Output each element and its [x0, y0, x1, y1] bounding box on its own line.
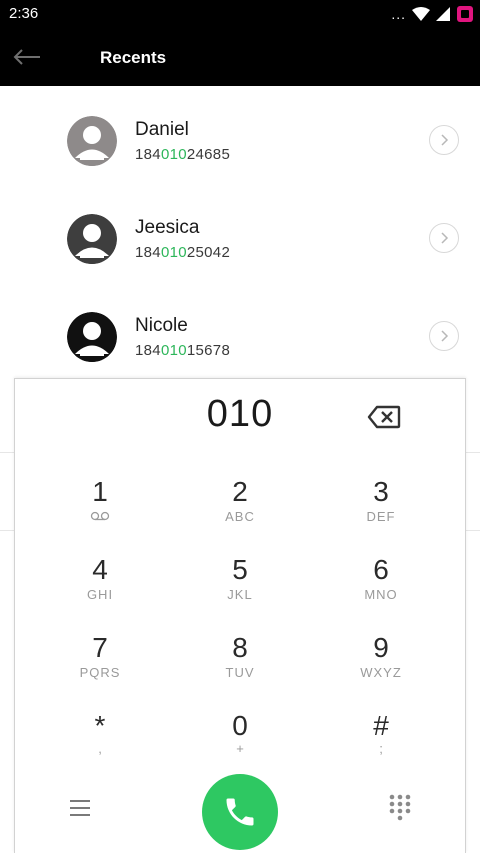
avatar — [67, 214, 117, 264]
wifi-icon — [412, 7, 430, 21]
dialpad-actions — [15, 771, 465, 851]
back-button[interactable] — [10, 42, 44, 72]
key-pound[interactable]: # ; — [321, 711, 441, 779]
key-7[interactable]: 7 PQRS — [40, 633, 160, 701]
number-match: 010 — [160, 342, 187, 359]
menu-icon — [70, 800, 90, 816]
status-time: 2:36 — [9, 5, 39, 22]
backspace-button[interactable] — [365, 403, 403, 431]
backspace-icon — [367, 405, 401, 429]
contact-number: 18401015678 — [135, 342, 231, 359]
contact-row[interactable]: Nicole 18401015678 — [0, 282, 480, 380]
chevron-right-icon — [441, 134, 449, 146]
avatar — [67, 312, 117, 362]
contact-detail-button[interactable] — [429, 223, 459, 253]
voicemail-icon — [90, 511, 110, 521]
key-4[interactable]: 4 GHI — [40, 555, 160, 623]
contact-number: 18401024685 — [135, 146, 231, 163]
key-6[interactable]: 6 MNO — [321, 555, 441, 623]
key-2[interactable]: 2 ABC — [180, 477, 300, 545]
number-match: 010 — [160, 244, 187, 261]
divider — [466, 530, 480, 531]
battery-icon — [457, 6, 473, 22]
avatar — [67, 116, 117, 166]
phone-icon — [226, 798, 254, 826]
divider — [466, 452, 480, 453]
contact-number: 18401025042 — [135, 244, 231, 261]
contact-detail-button[interactable] — [429, 125, 459, 155]
menu-button[interactable] — [65, 793, 95, 823]
dialpad-toggle-button[interactable] — [385, 791, 415, 825]
key-5[interactable]: 5 JKL — [180, 555, 300, 623]
contact-detail-button[interactable] — [429, 321, 459, 351]
chevron-right-icon — [441, 330, 449, 342]
arrow-left-icon — [13, 49, 40, 65]
contact-name: Nicole — [135, 315, 188, 336]
contact-name: Daniel — [135, 119, 189, 140]
key-star[interactable]: * , — [40, 711, 160, 779]
app-bar: Recents — [0, 28, 480, 86]
dialpad-panel: 010 1 2 ABC 3 DEF 4 GHI 5 JKL 6 MNO 7 PQ… — [14, 378, 466, 853]
divider — [0, 530, 14, 531]
contact-row[interactable]: Jeesica 18401025042 — [0, 184, 480, 282]
divider — [0, 452, 14, 453]
contact-name: Jeesica — [135, 217, 200, 238]
page-title: Recents — [100, 48, 167, 67]
chevron-right-icon — [441, 232, 449, 244]
signal-icon — [436, 7, 450, 21]
number-match: 010 — [160, 146, 187, 163]
contact-row[interactable]: Daniel 18401024685 — [0, 86, 480, 184]
person-icon — [67, 116, 117, 166]
person-icon — [67, 312, 117, 362]
person-icon — [67, 214, 117, 264]
dialpad-icon — [389, 794, 411, 821]
key-1[interactable]: 1 — [40, 477, 160, 545]
status-bar: 2:36 ... — [0, 0, 480, 28]
key-0[interactable]: 0 + — [180, 711, 300, 779]
key-3[interactable]: 3 DEF — [321, 477, 441, 545]
key-9[interactable]: 9 WXYZ — [321, 633, 441, 701]
key-8[interactable]: 8 TUV — [180, 633, 300, 701]
status-icons: ... — [391, 4, 474, 24]
notification-dots: ... — [391, 6, 406, 22]
call-button[interactable] — [202, 774, 278, 850]
